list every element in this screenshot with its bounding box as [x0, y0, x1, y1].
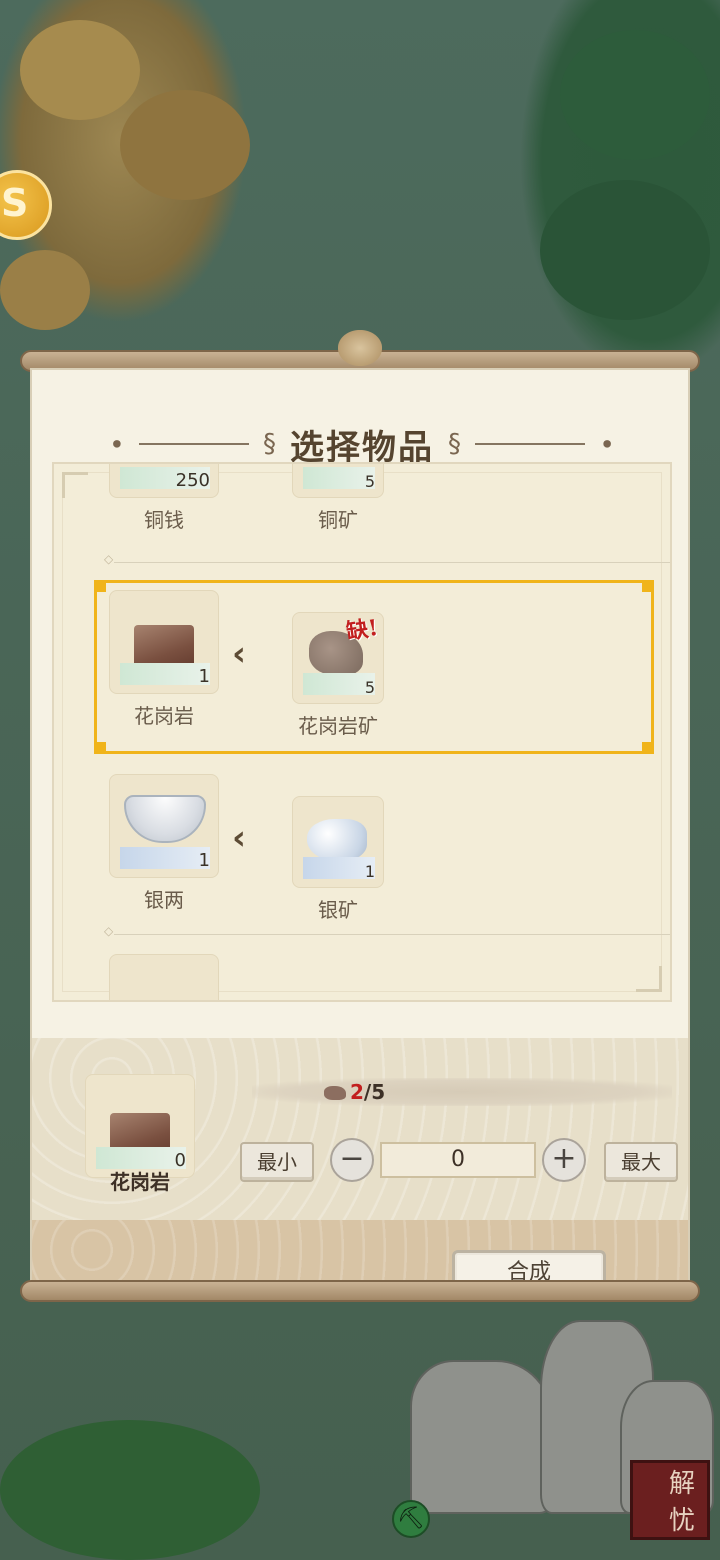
scroll-rod-bottom — [20, 1280, 700, 1302]
recipe-material[interactable]: 1 银矿 — [274, 796, 402, 923]
rock — [410, 1360, 554, 1514]
ornament-icon: ∙ — [599, 429, 616, 459]
slot-base — [120, 847, 210, 869]
item-name: 铜钱 — [144, 508, 184, 532]
select-item-dialog: ∙ § 选择物品 § ∙ 250 铜钱 5 铜矿 ◇ ◇ 1 花岗岩 ‹ 5 花… — [20, 330, 700, 1310]
item-name: 花岗岩矿 — [298, 714, 378, 738]
item-slot: 5 — [292, 464, 384, 498]
item-name: 银两 — [144, 888, 184, 912]
row-separator — [104, 552, 670, 566]
ornament-icon: ∙ — [108, 429, 125, 459]
plus-icon[interactable]: + — [542, 1138, 586, 1182]
item-count: 1 — [198, 666, 210, 687]
seal-button[interactable]: 解 忧 — [630, 1460, 710, 1540]
item-count: 1 — [198, 850, 210, 871]
requirement-bar: 2/5 — [252, 1078, 672, 1106]
divider — [139, 443, 249, 445]
recipe-list[interactable]: 250 铜钱 5 铜矿 ◇ ◇ 1 花岗岩 ‹ 5 花岗岩矿 缺! 1 银两 ‹… — [52, 462, 672, 1002]
scroll-knot — [338, 330, 382, 366]
recipe-product[interactable]: 250 铜钱 — [100, 464, 228, 533]
craft-result: 0 花岗岩 — [76, 1074, 204, 1194]
tree — [560, 30, 710, 160]
recipe-product[interactable] — [100, 954, 228, 1000]
arrow-left-icon: ‹ — [232, 818, 247, 858]
requirement-text: 2/5 — [350, 1080, 385, 1104]
corner-ornament — [636, 966, 662, 992]
item-count: 5 — [364, 678, 375, 697]
swirl-icon: § — [448, 429, 461, 459]
item-slot: 1 — [109, 590, 219, 694]
seal-text: 忧 — [668, 1506, 695, 1536]
coin-icon[interactable]: S — [0, 170, 52, 240]
recipe-material[interactable]: 5 花岗岩矿 — [274, 612, 402, 739]
craft-panel: 0 花岗岩 2/5 最小 − 0 + 最大 — [32, 1038, 688, 1220]
item-name: 银矿 — [318, 898, 358, 922]
item-slot: 0 — [85, 1074, 195, 1178]
tree — [540, 180, 710, 320]
item-slot: 1 — [292, 796, 384, 888]
item-count: 1 — [364, 862, 375, 881]
recipe-product[interactable]: 1 银两 — [100, 774, 228, 913]
slot-base — [120, 663, 210, 685]
tree — [120, 90, 250, 200]
item-name: 铜矿 — [318, 508, 358, 532]
dialog-paper: ∙ § 选择物品 § ∙ 250 铜钱 5 铜矿 ◇ ◇ 1 花岗岩 ‹ 5 花… — [30, 368, 690, 1296]
item-count: 250 — [175, 470, 210, 491]
tree — [20, 20, 140, 120]
requirement-total: /5 — [363, 1080, 386, 1104]
corner-ornament — [62, 472, 88, 498]
recipe-product[interactable]: 1 花岗岩 — [100, 590, 228, 729]
tree — [0, 250, 90, 330]
row-separator — [104, 924, 670, 938]
divider — [475, 443, 585, 445]
item-name: 花岗岩 — [134, 704, 194, 728]
item-count: 5 — [364, 472, 375, 491]
silver-ore-icon — [307, 819, 367, 861]
granite-ore-icon — [324, 1086, 346, 1100]
max-button[interactable]: 最大 — [604, 1142, 678, 1182]
tree — [0, 1420, 260, 1560]
min-button[interactable]: 最小 — [240, 1142, 314, 1182]
seal-text: 解 — [668, 1469, 695, 1499]
missing-badge: 缺! — [344, 614, 380, 646]
pickaxe-icon[interactable]: ⛏ — [392, 1500, 430, 1538]
requirement-current: 2 — [350, 1080, 364, 1104]
recipe-material[interactable]: 5 铜矿 — [274, 464, 402, 533]
arrow-left-icon: ‹ — [232, 634, 247, 674]
item-slot: 250 — [109, 464, 219, 498]
quantity-input[interactable]: 0 — [380, 1142, 536, 1178]
minus-icon[interactable]: − — [330, 1138, 374, 1182]
item-slot: 1 — [109, 774, 219, 878]
result-name: 花岗岩 — [110, 1170, 170, 1194]
swirl-icon: § — [263, 429, 276, 459]
silver-ingot-icon — [124, 795, 206, 843]
item-slot — [109, 954, 219, 1000]
